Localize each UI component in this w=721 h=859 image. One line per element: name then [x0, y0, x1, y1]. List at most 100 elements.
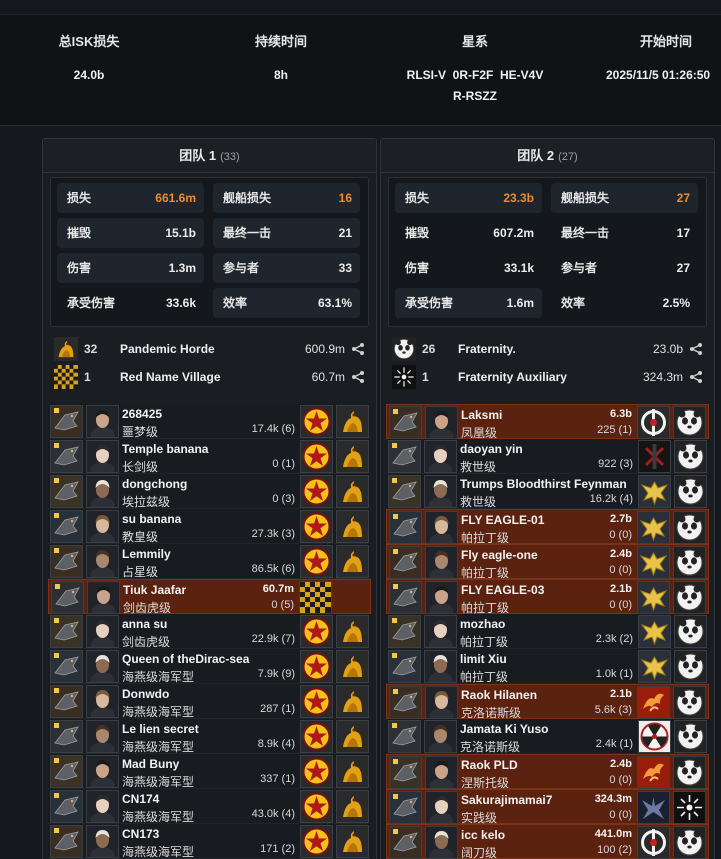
pilot-row[interactable]: Tiuk Jaafar 剑齿虎级 60.7m 0 (5) [48, 579, 371, 615]
pilot-name[interactable]: Le lien secret [122, 722, 199, 736]
pilot-name[interactable]: FLY EAGLE-01 [461, 513, 544, 527]
pilot-row[interactable]: mozhao 帕拉丁级 2.3k (2) [386, 614, 709, 649]
ship-icon[interactable] [50, 790, 83, 823]
corporation-logo-icon[interactable] [300, 720, 333, 753]
pilot-portrait[interactable] [86, 545, 119, 578]
ship-icon[interactable] [389, 686, 422, 719]
corporation-logo-icon[interactable] [637, 406, 670, 439]
pilot-row[interactable]: CN174 海燕级海军型 43.0k (4) [48, 789, 371, 824]
pilot-row[interactable]: Mad Buny 海燕级海军型 337 (1) [48, 754, 371, 789]
pilot-portrait[interactable] [424, 720, 457, 753]
ship-type[interactable]: 海燕级海军型 [122, 703, 194, 720]
corporation-logo-icon[interactable] [300, 825, 333, 858]
ship-type[interactable]: 海燕级海军型 [122, 738, 194, 755]
corporation-name[interactable]: Pandemic Horde [120, 335, 215, 363]
pilot-row[interactable]: Raok Hilanen 克洛诺斯级 2.1b 5.6k (3) [386, 684, 709, 720]
alliance-logo-icon[interactable] [336, 440, 369, 473]
corporation-name[interactable]: Fraternity. [458, 335, 516, 363]
corporation-logo-icon[interactable] [638, 720, 671, 753]
ship-type[interactable]: 噩梦级 [122, 423, 158, 440]
alliance-logo-icon[interactable] [673, 406, 706, 439]
ship-icon[interactable] [388, 720, 421, 753]
pilot-name[interactable]: mozhao [460, 617, 505, 631]
pilot-name[interactable]: FLY EAGLE-03 [461, 583, 544, 597]
alliance-logo-icon[interactable] [336, 405, 369, 438]
ship-icon[interactable] [389, 756, 422, 789]
ship-icon[interactable] [389, 546, 422, 579]
pilot-portrait[interactable] [424, 440, 457, 473]
ship-icon[interactable] [389, 791, 422, 824]
corporation-logo-icon[interactable] [300, 615, 333, 648]
pilot-row[interactable]: FLY EAGLE-01 帕拉丁级 2.7b 0 (0) [386, 509, 709, 545]
pilot-name[interactable]: Temple banana [122, 442, 208, 456]
alliance-logo-icon[interactable] [336, 650, 369, 683]
corporation-row[interactable]: 26 Fraternity. 23.0b [388, 335, 707, 363]
share-icon[interactable] [351, 370, 365, 384]
alliance-logo-icon[interactable] [336, 825, 369, 858]
alliance-logo-icon[interactable] [673, 581, 706, 614]
ship-type[interactable]: 帕拉丁级 [460, 668, 508, 685]
corporation-logo-icon[interactable] [300, 440, 333, 473]
alliance-logo-icon[interactable] [674, 475, 707, 508]
pilot-portrait[interactable] [86, 405, 119, 438]
pilot-portrait[interactable] [424, 475, 457, 508]
alliance-logo-icon[interactable] [673, 791, 706, 824]
pilot-row[interactable]: FLY EAGLE-03 帕拉丁级 2.1b 0 (0) [386, 579, 709, 615]
ship-icon[interactable] [388, 475, 421, 508]
pilot-row[interactable]: CN173 海燕级海军型 171 (2) [48, 824, 371, 859]
ship-type[interactable]: 阔刀级 [461, 844, 497, 859]
pilot-row[interactable]: daoyan yin 救世级 922 (3) [386, 439, 709, 474]
pilot-row[interactable]: Laksmi 凤凰级 6.3b 225 (1) [386, 404, 709, 440]
pilot-portrait[interactable] [86, 825, 119, 858]
pilot-portrait[interactable] [425, 791, 458, 824]
systems-line-1[interactable]: RLSI-V 0R-F2F HE-V4V [398, 65, 552, 86]
pilot-portrait[interactable] [425, 546, 458, 579]
alliance-logo-icon[interactable] [336, 510, 369, 543]
ship-icon[interactable] [50, 685, 83, 718]
pilot-row[interactable]: su banana 教皇级 27.3k (3) [48, 509, 371, 544]
ship-icon[interactable] [50, 440, 83, 473]
pilot-name[interactable]: daoyan yin [460, 442, 523, 456]
pilot-portrait[interactable] [86, 650, 119, 683]
ship-icon[interactable] [389, 511, 422, 544]
pilot-name[interactable]: Jamata Ki Yuso [460, 722, 549, 736]
pilot-name[interactable]: dongchong [122, 477, 187, 491]
pilot-row[interactable]: 268425 噩梦级 17.4k (6) [48, 404, 371, 439]
corporation-logo-icon[interactable] [638, 440, 671, 473]
alliance-logo-icon[interactable] [336, 685, 369, 718]
pilot-portrait[interactable] [424, 650, 457, 683]
pilot-row[interactable]: Trumps Bloodthirst Feynman 救世级 16.2k (4) [386, 474, 709, 509]
pilot-name[interactable]: Mad Buny [122, 757, 179, 771]
pilot-portrait[interactable] [425, 511, 458, 544]
pilot-name[interactable]: icc kelo [461, 828, 505, 842]
pilot-name[interactable]: CN174 [122, 792, 159, 806]
pilot-name[interactable]: anna su [122, 617, 167, 631]
corporation-logo-icon[interactable] [638, 475, 671, 508]
pilot-portrait[interactable] [425, 406, 458, 439]
pilot-portrait[interactable] [86, 790, 119, 823]
pilot-row[interactable]: Le lien secret 海燕级海军型 8.9k (4) [48, 719, 371, 754]
pilot-row[interactable]: anna su 剑齿虎级 22.9k (7) [48, 614, 371, 649]
pilot-name[interactable]: 268425 [122, 407, 162, 421]
ship-type[interactable]: 克洛诺斯级 [460, 738, 520, 755]
pilot-name[interactable]: Sakurajimamai7 [461, 793, 552, 807]
corporation-logo-icon[interactable] [637, 511, 670, 544]
alliance-logo-icon[interactable] [674, 720, 707, 753]
pilot-portrait[interactable] [425, 756, 458, 789]
corporation-row[interactable]: 32 Pandemic Horde 600.9m [50, 335, 369, 363]
ship-type[interactable]: 长剑级 [122, 458, 158, 475]
ship-icon[interactable] [389, 406, 422, 439]
pilot-row[interactable]: Sakurajimamai7 实践级 324.3m 0 (0) [386, 789, 709, 825]
corporation-logo-icon[interactable] [637, 546, 670, 579]
ship-type[interactable]: 救世级 [460, 458, 496, 475]
alliance-logo-icon[interactable] [674, 615, 707, 648]
pilot-portrait[interactable] [86, 685, 119, 718]
pilot-portrait[interactable] [86, 755, 119, 788]
corporation-row[interactable]: 1 Red Name Village 60.7m [50, 363, 369, 391]
corporation-logo-icon[interactable] [300, 790, 333, 823]
pilot-portrait[interactable] [424, 615, 457, 648]
ship-type[interactable]: 占星级 [122, 563, 158, 580]
alliance-logo-icon[interactable] [336, 755, 369, 788]
corporation-logo-icon[interactable] [300, 405, 333, 438]
pilot-portrait[interactable] [425, 686, 458, 719]
